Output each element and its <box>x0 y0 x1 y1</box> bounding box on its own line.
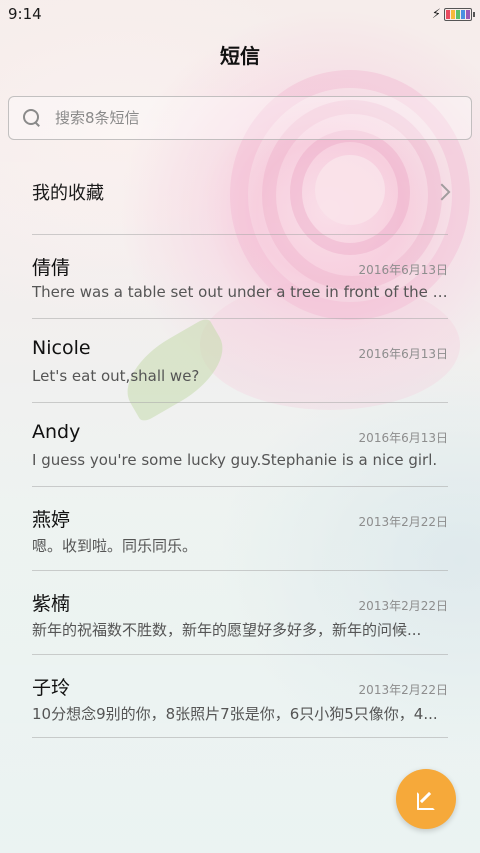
status-time: 9:14 <box>8 5 42 23</box>
battery-segment <box>456 9 460 19</box>
message-row[interactable]: 紫楠 2013年2月22日 新年的祝福数不胜数，新年的愿望好多好多，新年的问候.… <box>32 570 448 654</box>
message-sender: Andy <box>32 421 81 443</box>
charging-icon: ⚡ <box>431 6 441 22</box>
message-date: 2016年6月13日 <box>358 431 448 445</box>
message-preview: I guess you're some lucky guy.Stephanie … <box>32 451 438 469</box>
favorites-row[interactable]: 我的收藏 <box>0 150 480 234</box>
message-preview: 新年的祝福数不胜数，新年的愿望好多好多，新年的问候... <box>32 621 422 639</box>
compose-icon <box>417 790 435 810</box>
message-sender: 紫楠 <box>32 593 71 615</box>
battery-segment <box>446 9 450 19</box>
message-sender: 倩倩 <box>32 257 71 279</box>
battery-segment <box>466 9 470 19</box>
search-input[interactable] <box>55 109 435 127</box>
message-row[interactable]: 燕婷 2013年2月22日 嗯。收到啦。同乐同乐。 <box>32 486 448 570</box>
message-preview: Let's eat out,shall we? <box>32 367 200 385</box>
page-title: 短信 <box>220 44 260 68</box>
message-date: 2013年2月22日 <box>358 599 448 613</box>
battery-segment <box>461 9 465 19</box>
message-row[interactable]: 倩倩 2016年6月13日 There was a table set out … <box>32 234 448 318</box>
message-row[interactable]: 子玲 2013年2月22日 10分想念9别的你，8张照片7张是你，6只小狗5只像… <box>32 654 448 738</box>
message-preview: There was a table set out under a tree i… <box>32 283 448 301</box>
message-preview: 嗯。收到啦。同乐同乐。 <box>32 537 198 555</box>
status-bar: 9:14 ⚡ <box>0 0 480 28</box>
message-sender: 燕婷 <box>32 509 71 531</box>
search-box[interactable] <box>8 96 472 140</box>
battery-segment <box>451 9 455 19</box>
status-icons: ⚡ <box>431 6 475 22</box>
battery-icon <box>444 7 475 21</box>
message-row[interactable]: Nicole 2016年6月13日 Let's eat out,shall we… <box>32 318 448 402</box>
message-preview: 10分想念9别的你，8张照片7张是你，6只小狗5只像你，4... <box>32 705 438 723</box>
favorites-label: 我的收藏 <box>32 183 104 204</box>
message-row[interactable]: Andy 2016年6月13日 I guess you're some luck… <box>32 402 448 486</box>
message-sender: 子玲 <box>32 677 71 699</box>
message-date: 2016年6月13日 <box>358 347 448 361</box>
chevron-right-icon <box>433 183 451 201</box>
message-date: 2013年2月22日 <box>358 515 448 529</box>
message-date: 2013年2月22日 <box>358 683 448 697</box>
message-list: 倩倩 2016年6月13日 There was a table set out … <box>0 234 480 738</box>
message-sender: Nicole <box>32 337 91 359</box>
search-icon <box>23 109 41 127</box>
message-date: 2016年6月13日 <box>358 263 448 277</box>
compose-button[interactable] <box>396 769 456 829</box>
